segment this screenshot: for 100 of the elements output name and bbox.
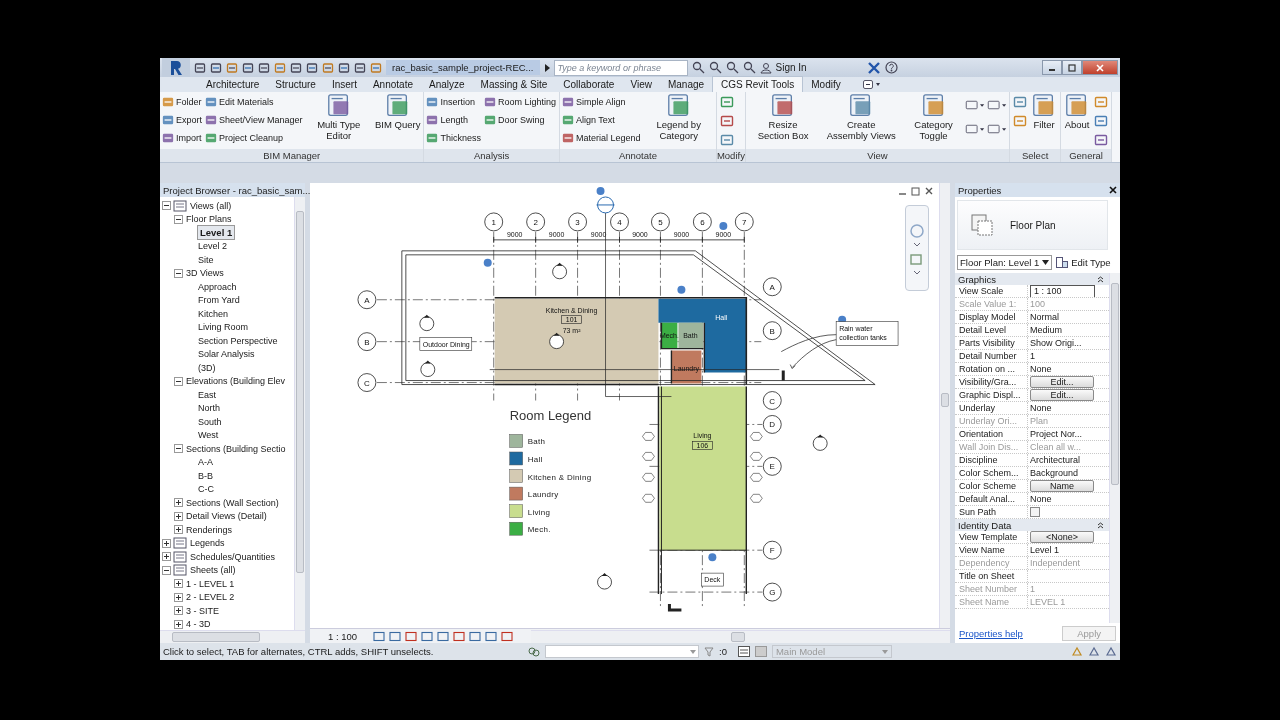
help-icon[interactable]: [884, 61, 898, 74]
search-field[interactable]: Type a keyword or phrase: [553, 59, 688, 76]
view-control-icon[interactable]: [453, 630, 466, 642]
expand-toggle[interactable]: [174, 606, 183, 616]
close-icon[interactable]: [1109, 186, 1117, 195]
toolbar-icon[interactable]: [354, 61, 366, 74]
workset-icon[interactable]: [528, 645, 540, 658]
ribbon-tab[interactable]: Architecture: [198, 77, 268, 92]
ribbon-tab[interactable]: View: [622, 77, 660, 92]
toolbar-icon[interactable]: [306, 61, 318, 74]
ribbon-tool[interactable]: Filter: [1030, 93, 1059, 130]
edit-type-button[interactable]: Edit Type: [1056, 256, 1111, 268]
tree-item[interactable]: Sheets (all): [189, 565, 237, 576]
tree-item[interactable]: B-B: [197, 470, 214, 481]
expand-toggle[interactable]: [174, 579, 183, 589]
ribbon-tool[interactable]: BIM Query: [374, 93, 422, 130]
view-control-icon[interactable]: [501, 630, 514, 642]
type-selector[interactable]: Floor Plan: [957, 200, 1108, 251]
ribbon-tool[interactable]: Folder: [162, 93, 203, 110]
help-link[interactable]: Properties help: [959, 627, 1023, 639]
collapse-icon[interactable]: [1097, 521, 1104, 529]
tool-icon[interactable]: [1094, 114, 1109, 128]
minimize-button[interactable]: [1042, 60, 1062, 75]
ribbon-tool[interactable]: Legend by Category: [643, 93, 714, 141]
expand-toggle[interactable]: [174, 498, 183, 508]
view-control-icon[interactable]: [389, 630, 402, 642]
ribbon-tab[interactable]: Modify: [803, 77, 849, 92]
tree-item[interactable]: Approach: [197, 281, 238, 292]
tree-item[interactable]: 1 - LEVEL 1: [185, 578, 236, 589]
tool-icon[interactable]: [1094, 133, 1109, 147]
expand-toggle[interactable]: [162, 565, 171, 575]
tree-item[interactable]: C-C: [197, 484, 215, 495]
property-button[interactable]: <None>: [1030, 531, 1094, 544]
ribbon-tab[interactable]: Annotate: [364, 77, 421, 92]
tool-icon[interactable]: [1013, 95, 1028, 109]
ribbon-tab[interactable]: Manage: [659, 77, 713, 92]
sign-in-link[interactable]: Sign In: [775, 62, 807, 73]
tree-item[interactable]: West: [197, 430, 220, 441]
ribbon-tool[interactable]: Door Swing: [483, 111, 557, 128]
tree-item[interactable]: Detail Views (Detail): [185, 511, 268, 522]
view-control-icon[interactable]: [373, 630, 386, 642]
expand-toggle[interactable]: [162, 538, 171, 548]
tree-item[interactable]: North: [197, 403, 221, 414]
vertical-scrollbar[interactable]: [294, 197, 305, 631]
tool-icon[interactable]: [719, 114, 734, 128]
ribbon-tab[interactable]: Analyze: [421, 77, 473, 92]
ribbon-tool[interactable]: Simple Align: [561, 93, 642, 110]
ribbon-tool[interactable]: Resize Section Box: [747, 93, 819, 141]
document-tab[interactable]: rac_basic_sample_project-REC...: [386, 60, 540, 75]
tool-icon[interactable]: [719, 95, 734, 109]
expand-toggle[interactable]: [174, 619, 183, 629]
ribbon-tool[interactable]: Import: [162, 129, 203, 146]
toolbar-icon[interactable]: [194, 61, 206, 74]
toolbar-icon[interactable]: [708, 61, 722, 74]
tool-icon[interactable]: [1094, 95, 1109, 109]
ribbon-tool[interactable]: Export: [162, 111, 203, 128]
tree-item[interactable]: Kitchen: [197, 308, 230, 319]
tree-item[interactable]: South: [197, 416, 223, 427]
ribbon-tool[interactable]: Project Cleanup: [205, 129, 304, 146]
tree-item[interactable]: Renderings: [185, 524, 234, 535]
marker-dot[interactable]: [483, 259, 492, 267]
dropdown-tool-icon[interactable]: [965, 98, 986, 112]
view-control-icon[interactable]: [469, 630, 482, 642]
maximize-button[interactable]: [1062, 60, 1082, 75]
tree-item[interactable]: Schedules/Quantities: [189, 551, 277, 562]
tree-item[interactable]: Elevations (Building Elev: [185, 376, 287, 387]
expand-toggle[interactable]: [162, 552, 171, 562]
ribbon-tab[interactable]: Collaborate: [555, 77, 623, 92]
vertical-scrollbar[interactable]: [939, 183, 950, 629]
marker-dot[interactable]: [677, 285, 686, 294]
ribbon-tool[interactable]: Category Toggle: [904, 93, 964, 141]
marker-dot[interactable]: [708, 553, 717, 562]
tree-item[interactable]: 4 - 3D: [185, 619, 212, 630]
marker-dot[interactable]: [596, 187, 605, 196]
expand-toggle[interactable]: [174, 268, 183, 278]
tree-item[interactable]: 3 - SITE: [185, 605, 220, 616]
tree-item[interactable]: 3D Views: [185, 268, 225, 279]
horizontal-scrollbar[interactable]: [160, 630, 305, 644]
ribbon-tool[interactable]: Room Lighting: [483, 93, 557, 110]
toolbar-icon[interactable]: [242, 61, 254, 74]
property-button[interactable]: Edit...: [1030, 389, 1094, 402]
dropdown-tool-icon[interactable]: [965, 122, 986, 136]
tree-item[interactable]: Level 2: [197, 241, 229, 252]
tree-item[interactable]: Sections (Building Sectio: [185, 443, 287, 454]
tree-item[interactable]: Solar Analysis: [197, 349, 256, 360]
expand-toggle[interactable]: [174, 511, 183, 521]
ribbon-tool[interactable]: Material Legend: [561, 129, 642, 146]
horizontal-scrollbar[interactable]: [531, 629, 950, 643]
ribbon-tab[interactable]: Structure: [267, 77, 324, 92]
ribbon-tool[interactable]: Edit Materials: [205, 93, 304, 110]
expand-toggle[interactable]: [174, 525, 183, 535]
property-field[interactable]: 1 : 100: [1030, 285, 1095, 298]
dropdown-tool-icon[interactable]: [987, 98, 1008, 112]
tree-item[interactable]: East: [197, 389, 217, 400]
ribbon-tab[interactable]: Massing & Site: [472, 77, 556, 92]
dropdown-tool-icon[interactable]: [987, 122, 1008, 136]
toolbar-icon[interactable]: [725, 61, 739, 74]
exchange-icon[interactable]: [866, 61, 881, 74]
tree-item[interactable]: Site: [197, 254, 215, 265]
tree-item[interactable]: Level 1: [197, 225, 236, 241]
